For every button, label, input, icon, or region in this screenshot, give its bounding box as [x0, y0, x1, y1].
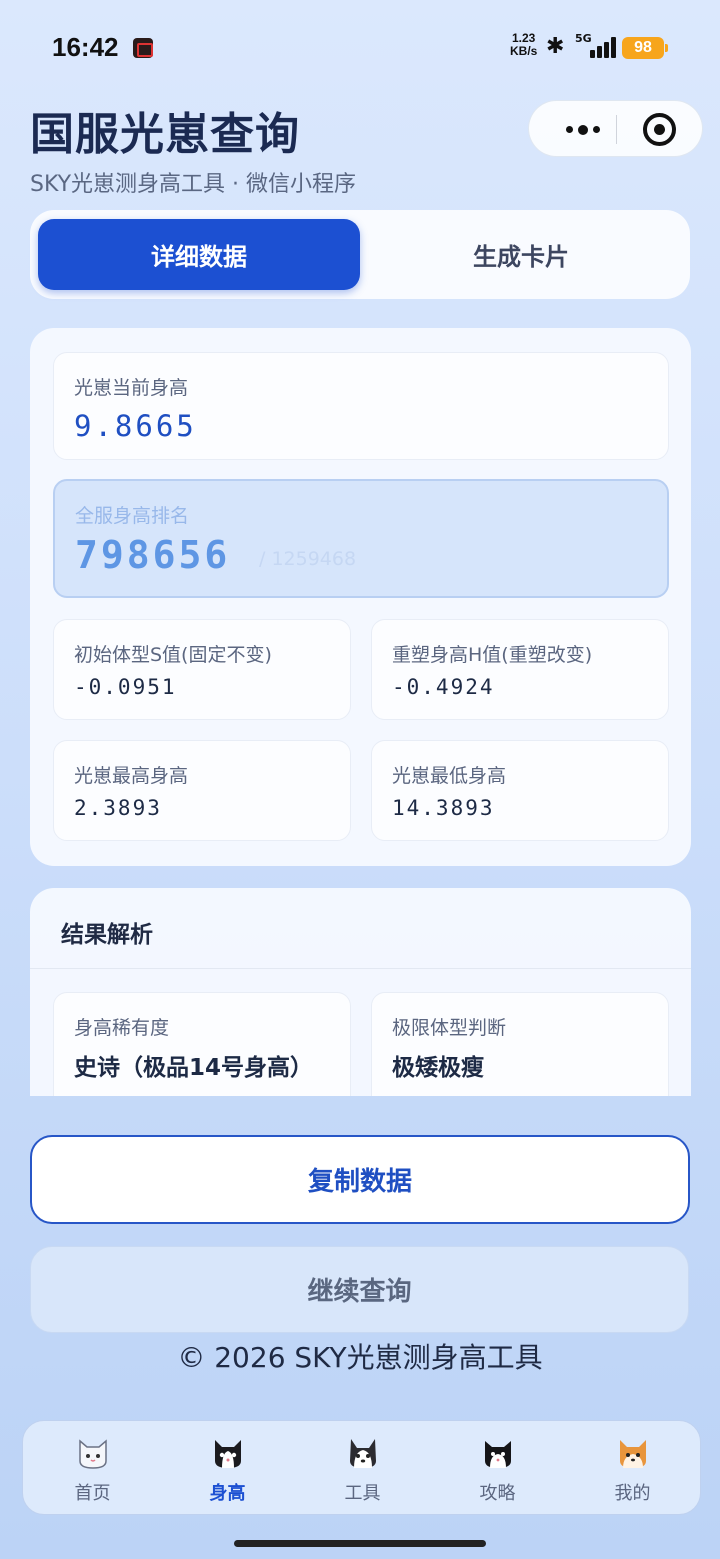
rank-field: 全服身高排名 798656 / 1259468 — [53, 479, 669, 598]
nav-item-tools[interactable]: 工具 — [295, 1421, 430, 1516]
nav-label-home: 首页 — [74, 1483, 111, 1504]
detail-data-card: 光崽当前身高 9.8665 全服身高排名 798656 / 1259468 初始… — [30, 328, 691, 866]
continue-query-button[interactable]: 继续查询 — [30, 1246, 689, 1333]
nav-label-mine: 我的 — [614, 1483, 651, 1504]
bluetooth-icon: ✱ — [546, 34, 565, 59]
bottom-nav: 首页 身高 工具 攻略 我的 — [22, 1420, 701, 1515]
rarity-field: 身高稀有度 史诗（极品14号身高） — [53, 992, 351, 1096]
current-height-field: 光崽当前身高 9.8665 — [53, 352, 669, 460]
s-value: -0.0951 — [74, 675, 177, 699]
analysis-card: 结果解析 身高稀有度 史诗（极品14号身高） 极限体型判断 极矮极瘦 — [30, 888, 691, 1096]
page-subtitle: SKY光崽测身高工具 · 微信小程序 — [30, 172, 357, 197]
rank-value: 798656 — [75, 533, 231, 577]
min-height-label: 光崽最低身高 — [392, 765, 507, 787]
rank-label: 全服身高排名 — [75, 505, 190, 527]
net-speed-unit: KB/s — [510, 44, 538, 58]
extreme-value: 极矮极瘦 — [392, 1055, 484, 1081]
s-value-label: 初始体型S值(固定不变) — [74, 644, 272, 666]
signal-icon — [584, 36, 616, 58]
analysis-divider — [30, 968, 691, 969]
net-speed: 1.23 KB/s — [510, 32, 537, 58]
h-value-label: 重塑身高H值(重塑改变) — [392, 644, 593, 666]
s-value-field: 初始体型S值(固定不变) -0.0951 — [53, 619, 351, 720]
husky-icon — [349, 1439, 376, 1468]
tab-bar: 详细数据 生成卡片 — [30, 210, 690, 299]
current-height-label: 光崽当前身高 — [74, 377, 189, 399]
current-height-value: 9.8665 — [74, 409, 197, 443]
more-menu-icon[interactable] — [553, 101, 613, 158]
miniprogram-capsule — [528, 100, 703, 157]
nav-item-mine[interactable]: 我的 — [565, 1421, 700, 1516]
nav-item-home[interactable]: 首页 — [25, 1421, 160, 1516]
page-title: 国服光崽查询 — [30, 109, 300, 160]
copy-data-button[interactable]: 复制数据 — [30, 1135, 690, 1224]
app-notification-icon — [133, 38, 153, 58]
min-height-field: 光崽最低身高 14.3893 — [371, 740, 669, 841]
white-cat-icon — [78, 1439, 107, 1469]
extreme-label: 极限体型判断 — [392, 1017, 507, 1039]
home-indicator[interactable] — [234, 1540, 486, 1547]
nav-item-guide[interactable]: 攻略 — [430, 1421, 565, 1516]
nav-item-height[interactable]: 身高 — [160, 1421, 295, 1516]
extreme-field: 极限体型判断 极矮极瘦 — [371, 992, 669, 1096]
tab-generate-card[interactable]: 生成卡片 — [360, 219, 682, 290]
analysis-title: 结果解析 — [61, 922, 153, 948]
rarity-value: 史诗（极品14号身高） — [74, 1055, 314, 1081]
rank-total: / 1259468 — [259, 548, 357, 570]
min-height-value: 14.3893 — [392, 796, 495, 820]
h-value: -0.4924 — [392, 675, 495, 699]
battery-icon: 98 — [622, 37, 668, 59]
close-miniprogram-icon[interactable] — [643, 113, 676, 146]
shiba-icon — [619, 1440, 646, 1468]
footer-copyright: © 2026 SKY光崽测身高工具 — [177, 1341, 543, 1374]
rarity-label: 身高稀有度 — [74, 1017, 170, 1039]
max-height-value: 2.3893 — [74, 796, 162, 820]
h-value-field: 重塑身高H值(重塑改变) -0.4924 — [371, 619, 669, 720]
nav-label-guide: 攻略 — [479, 1483, 516, 1504]
nav-label-height: 身高 — [209, 1483, 246, 1504]
max-height-label: 光崽最高身高 — [74, 765, 189, 787]
tab-detail-data[interactable]: 详细数据 — [38, 219, 360, 290]
black-white-cat-icon — [214, 1440, 241, 1468]
status-time: 16:42 — [52, 32, 119, 62]
tuxedo-cat-icon — [484, 1441, 511, 1468]
capsule-divider — [616, 115, 617, 144]
status-bar: 16:42 1.23 KB/s ✱ 5G 98 — [0, 0, 720, 96]
max-height-field: 光崽最高身高 2.3893 — [53, 740, 351, 841]
nav-label-tools: 工具 — [344, 1483, 381, 1504]
